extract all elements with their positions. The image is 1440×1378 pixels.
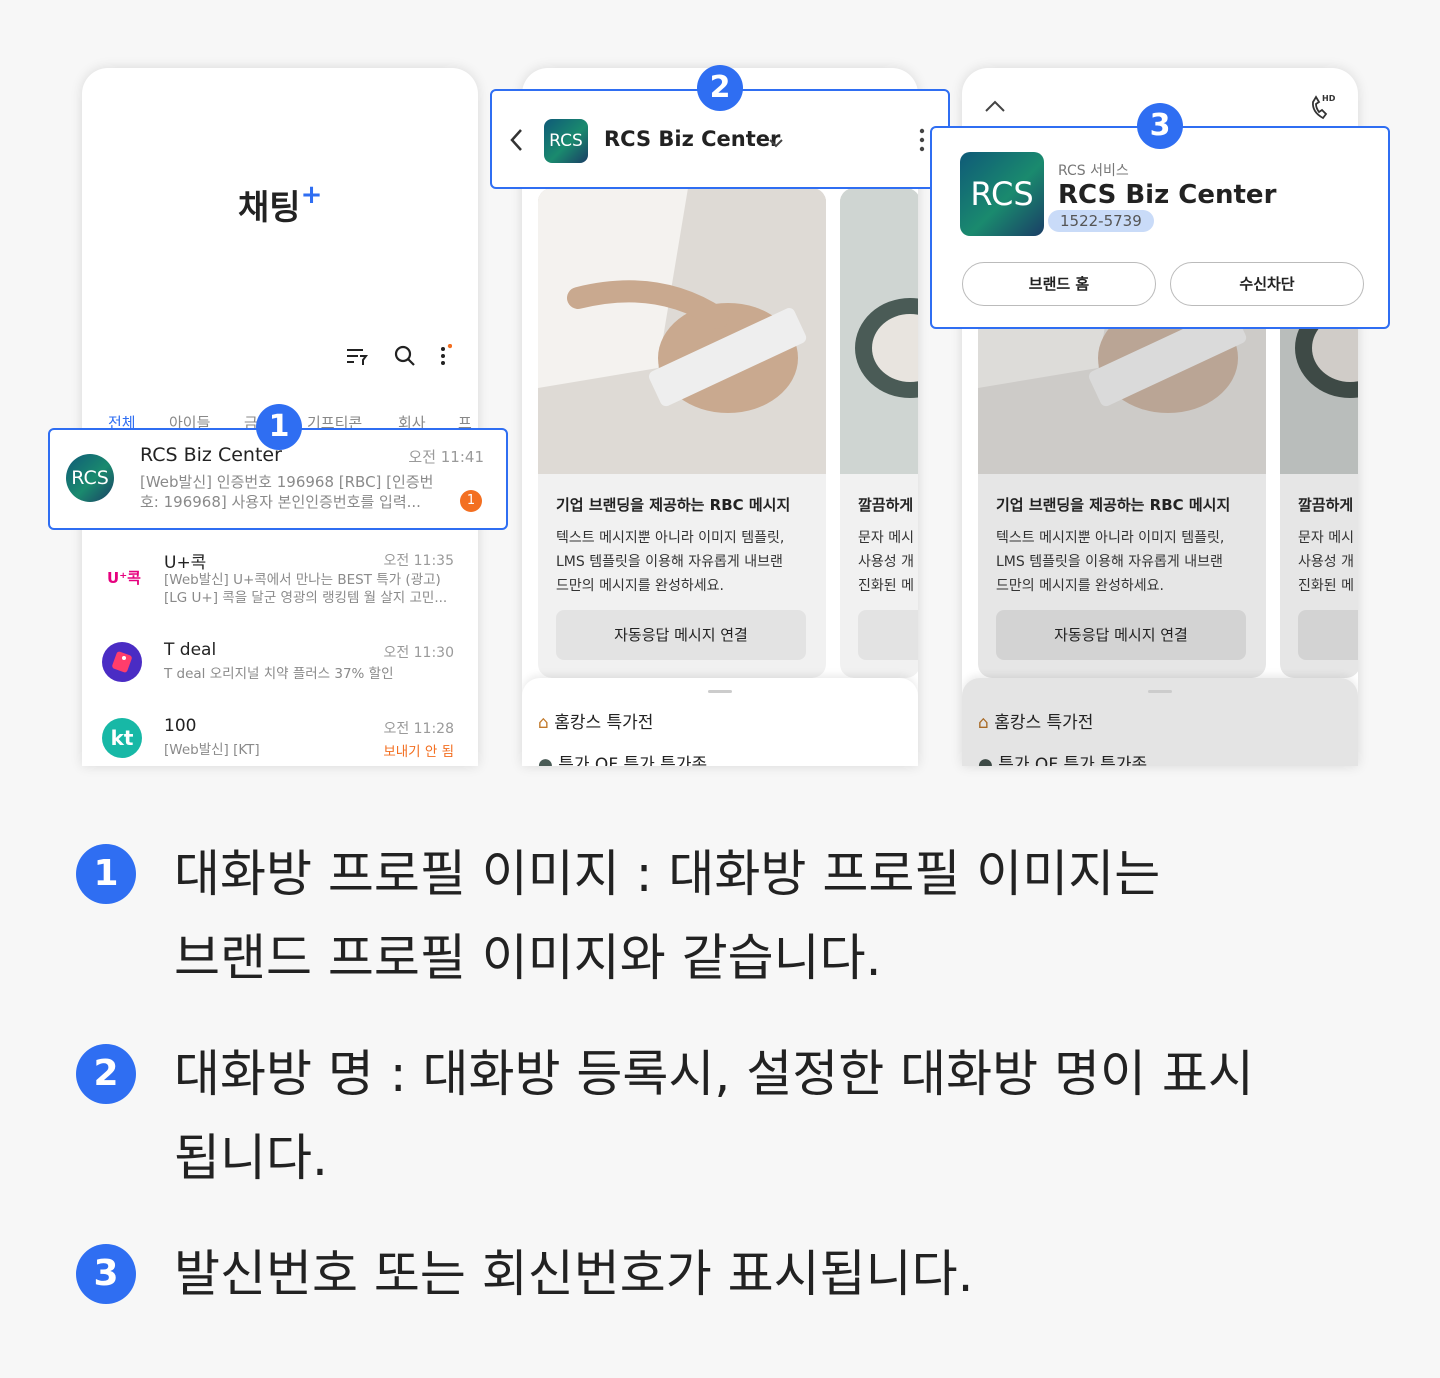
tdeal-avatar [102,642,142,682]
card-body-line: 텍스트 메시지뿐 아니라 이미지 템플릿, [556,530,785,546]
chat-preview-line1: [Web발신] U+콕에서 만나는 BEST 특가 (광고) [164,572,441,588]
back-icon[interactable] [508,127,526,153]
send-failed-status: 보내기 안 됨 [383,744,454,760]
card-body: 문자 메시 사용성 개 진화된 메 [1298,526,1358,598]
highlight-brand-profile: RCS RCS 서비스 RCS Biz Center 1522-5739 브랜드… [930,126,1390,329]
chat-time: 오전 11:41 [408,448,484,466]
hand-phone-image [538,188,826,474]
chat-name: 100 [164,716,197,736]
chat-name: RCS Biz Center [140,444,282,466]
uplus-avatar: U⁺콕 [107,569,141,587]
tag-icon: ● [978,755,993,766]
sheet-item-2[interactable]: ● 특가 OF 특가 특가존 [538,750,707,766]
sheet-grabber[interactable] [708,690,732,693]
description-line: 발신번호 또는 회신번호가 표시됩니다. [174,1245,974,1303]
rich-card-2: 깔끔하게 문자 메시 사용성 개 진화된 메 [840,188,918,678]
rich-card-1: 기업 브랜딩을 제공하는 RBC 메시지 텍스트 메시지뿐 아니라 이미지 템플… [538,188,826,678]
auto-reply-button[interactable]: 자동응답 메시지 연결 [556,610,806,660]
coffee-cup-image [840,188,918,474]
chat-row-uplus[interactable]: U⁺콕 U+콕 오전 11:35 [Web발신] U+콕에서 만나는 BEST … [82,538,478,618]
sheet-item-1[interactable]: ⌂ 홈캉스 특가전 [978,708,1093,733]
chat-preview-line2: 호: 196968] 사용자 본인인증번호를 입력... [140,493,421,511]
chat-row-tdeal[interactable]: T deal 오전 11:30 T deal 오리지널 치약 플러스 37% 할… [82,630,478,710]
chevron-up-icon[interactable] [984,98,1006,114]
bottom-sheet-dimmed: ⌂ 홈캉스 특가전 ● 특가 OF 특가 특가존 [962,678,1358,766]
card-body-line: 문자 메시 [858,530,914,546]
sender-number[interactable]: 1522-5739 [1048,210,1154,232]
chevron-down-icon[interactable] [768,135,784,148]
brand-logo: RCS [960,152,1044,236]
bottom-sheet: ⌂ 홈캉스 특가전 ● 특가 OF 특가 특가존 [522,678,918,766]
hd-call-icon[interactable]: HD [1308,94,1338,122]
sheet-item-2[interactable]: ● 특가 OF 특가 특가존 [978,750,1147,766]
unread-count-badge: 1 [460,490,482,512]
description-number: 3 [76,1244,136,1304]
card-body-line: 텍스트 메시지뿐 아니라 이미지 템플릿, [996,530,1225,546]
description-line: 됩니다. [174,1129,328,1187]
card-body-line: 문자 메시 [1298,530,1354,546]
more-icon[interactable] [438,343,453,368]
brand-name: RCS Biz Center [1058,180,1277,210]
description-text: 발신번호 또는 회신번호가 표시됩니다. [174,1232,1354,1316]
chat-preview-line1: [Web발신] [KT] [164,742,260,758]
chat-preview-line1: T deal 오리지널 치약 플러스 37% 할인 [164,666,394,682]
block-button[interactable]: 수신차단 [1170,262,1364,306]
search-icon[interactable] [393,344,417,368]
card-body-line: 진화된 메 [858,578,914,594]
card-title: 깔끔하게 [858,496,914,514]
card-body: 문자 메시 사용성 개 진화된 메 [858,526,918,598]
service-label: RCS 서비스 [1058,163,1129,179]
kt-avatar: kt [102,718,142,758]
card-body: 텍스트 메시지뿐 아니라 이미지 템플릿, LMS 템플릿을 이용해 자유롭게 … [996,526,1256,598]
callout-badge-3: 3 [1137,103,1183,149]
rcs-logo: RCS [544,119,588,163]
card-2-button[interactable] [858,610,918,660]
sheet-item-1[interactable]: ⌂ 홈캉스 특가전 [538,708,653,733]
filter-icon[interactable] [346,346,368,366]
card-body-line: 사용성 개 [858,554,914,570]
card-2-button[interactable] [1298,610,1358,660]
chat-time: 오전 11:35 [383,553,454,569]
callout-badge-1: 1 [256,404,302,450]
brand-home-button[interactable]: 브랜드 홈 [962,262,1156,306]
description-text: 대화방 프로필 이미지 : 대화방 프로필 이미지는 브랜드 프로필 이미지와 … [174,832,1354,1000]
house-icon: ⌂ [978,713,989,733]
card-body-line: 드만의 메시지를 완성하세요. [996,578,1164,594]
chat-time: 오전 11:28 [383,721,454,737]
app-title: 채팅+ [238,180,323,228]
card-body-line: 진화된 메 [1298,578,1354,594]
chat-name: T deal [164,640,217,660]
description-line: 대화방 명 : 대화방 등록시, 설정한 대화방 명이 표시 [174,1045,1254,1103]
hd-label: HD [1322,94,1336,103]
auto-reply-button[interactable]: 자동응답 메시지 연결 [996,610,1246,660]
chat-row-kt[interactable]: kt 100 오전 11:28 [Web발신] [KT] 보내기 안 됨 [82,706,478,766]
card-body-line: LMS 템플릿을 이용해 자유롭게 내브랜 [996,554,1223,570]
card-body-line: LMS 템플릿을 이용해 자유롭게 내브랜 [556,554,783,570]
chat-room-name[interactable]: RCS Biz Center [604,127,780,151]
sheet-grabber[interactable] [1148,690,1172,693]
chat-preview-line1: [Web발신] 인증번호 196968 [RBC] [인증번 [140,473,434,491]
more-icon[interactable] [918,127,926,153]
chat-preview-line2: [LG U+] 콕을 달군 영광의 랭킹템 월 살지 고민... [164,590,448,606]
description-line: 브랜드 프로필 이미지와 같습니다. [174,929,882,987]
chat-time: 오전 11:30 [383,645,454,661]
card-body-line: 드만의 메시지를 완성하세요. [556,578,724,594]
callout-badge-2: 2 [697,65,743,111]
description-number: 2 [76,1044,136,1104]
card-body: 텍스트 메시지뿐 아니라 이미지 템플릿, LMS 템플릿을 이용해 자유롭게 … [556,526,816,598]
card-title: 기업 브랜딩을 제공하는 RBC 메시지 [556,496,791,514]
card-title: 기업 브랜딩을 제공하는 RBC 메시지 [996,496,1231,514]
card-body-line: 사용성 개 [1298,554,1354,570]
rcs-avatar: RCS [66,454,114,502]
card-title: 깔끔하게 [1298,496,1354,514]
description-number: 1 [76,844,136,904]
description-text: 대화방 명 : 대화방 등록시, 설정한 대화방 명이 표시 됩니다. [174,1032,1354,1200]
house-icon: ⌂ [538,713,549,733]
tag-icon: ● [538,755,553,766]
description-line: 대화방 프로필 이미지 : 대화방 프로필 이미지는 [174,845,1161,903]
